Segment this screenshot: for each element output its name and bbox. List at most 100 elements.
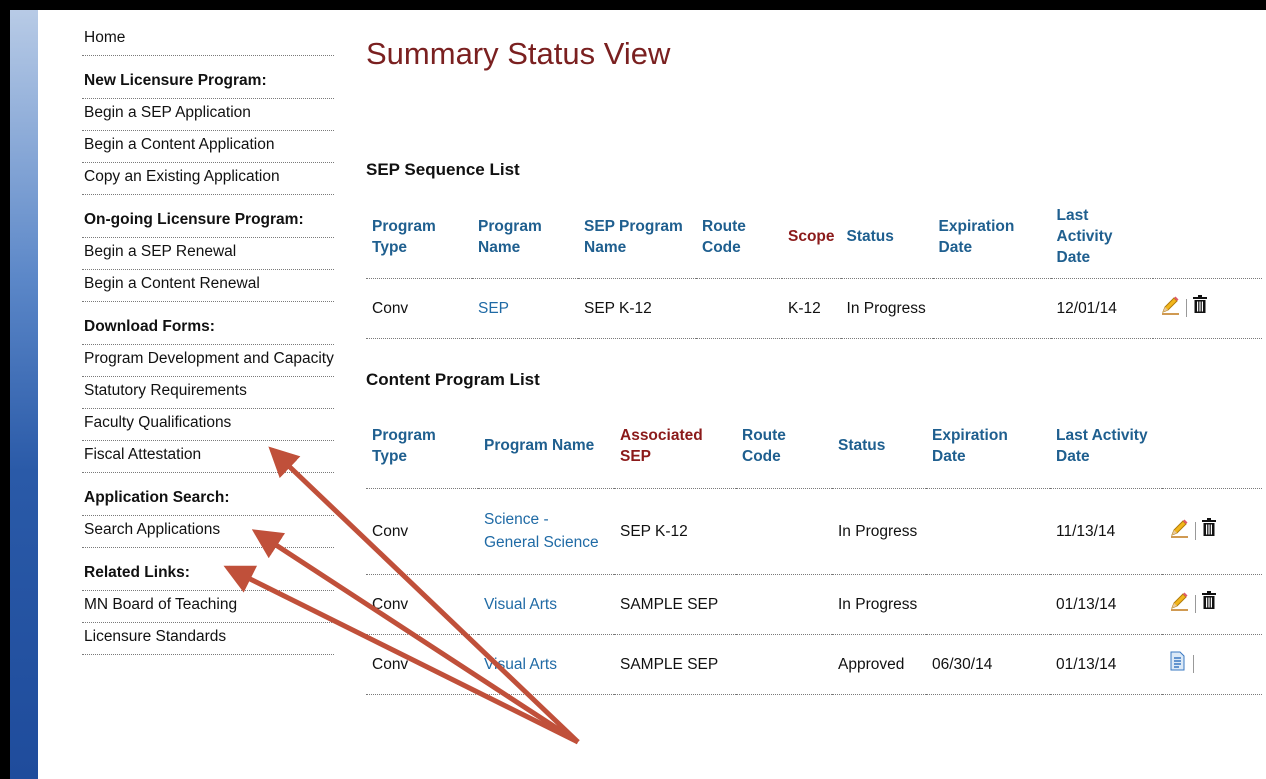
sidebar-item-label: Related Links: — [84, 564, 190, 581]
col-last-activity-date: Last Activity Date — [1056, 426, 1148, 465]
sidebar-item-copy-an-existing-application[interactable]: Copy an Existing Application — [82, 163, 334, 195]
sidebar-item-statutory-requirements[interactable]: Statutory Requirements — [82, 377, 334, 409]
col-route-code: Route Code — [742, 426, 786, 465]
sidebar-heading-download-forms: Download Forms: — [82, 302, 334, 345]
edit-pencil-icon[interactable] — [1159, 294, 1181, 323]
cell-sep-program-name: SEP K-12 — [584, 299, 652, 317]
sidebar-item-label: Copy an Existing Application — [84, 168, 280, 185]
view-document-icon[interactable] — [1168, 651, 1188, 678]
program-name-link[interactable]: Visual Arts — [484, 656, 557, 673]
table-row: Conv Visual Arts SAMPLE SEP Approved 06/30/1… — [366, 634, 1262, 694]
cell-last-activity: 12/01/14 — [1056, 299, 1117, 317]
col-status: Status — [846, 228, 894, 246]
sidebar-item-label: Statutory Requirements — [84, 382, 247, 399]
program-name-link[interactable]: Visual Arts — [484, 596, 557, 613]
edit-pencil-icon[interactable] — [1168, 517, 1190, 546]
col-scope: Scope — [788, 228, 835, 246]
sidebar-item-licensure-standards[interactable]: Licensure Standards — [82, 623, 334, 655]
sidebar-item-program-development-and-capacity[interactable]: Program Development and Capacity — [82, 345, 334, 377]
action-divider — [1185, 299, 1187, 317]
content-program-table: Program Type Program Name Associated SEP… — [366, 404, 1262, 695]
sidebar-item-label: Licensure Standards — [84, 628, 227, 645]
cell-route-code — [696, 278, 782, 338]
content-table-header-row: Program Type Program Name Associated SEP… — [366, 404, 1262, 488]
sidebar-item-label: On-going Licensure Program: — [84, 211, 304, 228]
sidebar-heading-new-licensure-program: New Licensure Program: — [82, 56, 334, 99]
col-actions — [1162, 404, 1262, 488]
col-route-code: Route Code — [702, 217, 746, 256]
delete-trash-icon[interactable] — [1201, 517, 1217, 545]
cell-associated-sep: SEP K-12 — [620, 522, 688, 540]
sidebar-item-label: Search Applications — [84, 521, 221, 538]
cell-route-code — [736, 574, 832, 634]
cell-expiration-date — [933, 278, 1051, 338]
program-name-link[interactable]: Science - General Science — [484, 511, 599, 551]
sep-table-header-row: Program Type Program Name SEP Program Na… — [366, 196, 1262, 278]
sidebar-heading-on-going-licensure-program: On-going Licensure Program: — [82, 195, 334, 238]
col-program-type: Program Type — [372, 217, 436, 256]
left-decorative-stripe — [10, 10, 38, 779]
page-frame: Home New Licensure Program: Begin a SEP Ap… — [10, 10, 1266, 779]
col-program-name: Program Name — [484, 437, 595, 455]
sidebar-item-begin-a-content-application[interactable]: Begin a Content Application — [82, 131, 334, 163]
cell-status: In Progress — [846, 299, 926, 317]
sidebar-item-mn-board-of-teaching[interactable]: MN Board of Teaching — [82, 591, 334, 623]
col-last-activity-date: Last Activity Date — [1056, 207, 1113, 267]
action-divider — [1195, 522, 1196, 540]
cell-expiration-date — [926, 574, 1050, 634]
sidebar-item-begin-a-content-renewal[interactable]: Begin a Content Renewal — [82, 270, 334, 302]
cell-status: Approved — [838, 655, 905, 673]
sidebar-item-begin-a-sep-application[interactable]: Begin a SEP Application — [82, 99, 334, 131]
row-actions — [1162, 574, 1262, 634]
sidebar-item-fiscal-attestation[interactable]: Fiscal Attestation — [82, 441, 334, 473]
sidebar-item-label: Begin a Content Application — [84, 136, 275, 153]
sidebar-heading-related-links: Related Links: — [82, 548, 334, 591]
sidebar-item-label: Begin a SEP Application — [84, 104, 251, 121]
delete-trash-icon[interactable] — [1192, 294, 1208, 322]
cell-associated-sep: SAMPLE SEP — [620, 595, 719, 613]
row-actions — [1153, 278, 1262, 338]
cell-program-name: Visual Arts — [478, 574, 614, 634]
col-program-type: Program Type — [372, 426, 436, 465]
row-actions — [1162, 634, 1262, 694]
table-row: Conv Science - General Science SEP K-12 In … — [366, 488, 1262, 574]
cell-scope: K-12 — [788, 299, 821, 317]
edit-pencil-icon[interactable] — [1168, 590, 1190, 619]
cell-status: In Progress — [838, 595, 918, 613]
sidebar-item-search-applications[interactable]: Search Applications — [82, 516, 334, 548]
cell-associated-sep: SAMPLE SEP — [620, 655, 719, 673]
cell-route-code — [736, 634, 832, 694]
cell-program-name: SEP — [472, 278, 578, 338]
page-title: Summary Status View — [366, 36, 671, 71]
cell-expiration-date — [926, 488, 1050, 574]
sidebar-item-label: Download Forms: — [84, 318, 215, 335]
sep-sequence-table: Program Type Program Name SEP Program Na… — [366, 196, 1262, 339]
cell-program-type: Conv — [372, 522, 409, 540]
sidebar-item-home[interactable]: Home — [82, 24, 334, 56]
sidebar-item-label: Faculty Qualifications — [84, 414, 232, 431]
cell-last-activity: 01/13/14 — [1056, 595, 1117, 613]
cell-program-name: Visual Arts — [478, 634, 614, 694]
sidebar-item-faculty-qualifications[interactable]: Faculty Qualifications — [82, 409, 334, 441]
cell-status: In Progress — [838, 522, 918, 540]
cell-program-type: Conv — [372, 595, 409, 613]
delete-trash-icon[interactable] — [1201, 590, 1217, 618]
col-associated-sep: Associated SEP — [620, 426, 703, 465]
sidebar-heading-application-search: Application Search: — [82, 473, 334, 516]
cell-program-type: Conv — [372, 655, 409, 673]
table-row: Conv Visual Arts SAMPLE SEP In Progress 01/1… — [366, 574, 1262, 634]
sidebar-item-begin-a-sep-renewal[interactable]: Begin a SEP Renewal — [82, 238, 334, 270]
cell-expiration-date: 06/30/14 — [932, 655, 993, 673]
content-list-title: Content Program List — [366, 370, 540, 389]
sidebar-nav: Home New Licensure Program: Begin a SEP Ap… — [82, 24, 334, 655]
col-status: Status — [838, 437, 886, 455]
cell-last-activity: 01/13/14 — [1056, 655, 1117, 673]
sidebar-item-label: Application Search: — [84, 489, 230, 506]
sidebar-item-label: Program Development and Capacity — [84, 350, 334, 367]
col-expiration-date: Expiration Date — [932, 426, 1008, 465]
sidebar-item-label: Fiscal Attestation — [84, 446, 202, 463]
col-actions — [1153, 196, 1262, 278]
action-divider — [1193, 655, 1194, 673]
table-row: Conv SEP SEP K-12 K-12 In Progress 12/01/14 — [366, 278, 1262, 338]
program-name-link[interactable]: SEP — [478, 300, 509, 317]
